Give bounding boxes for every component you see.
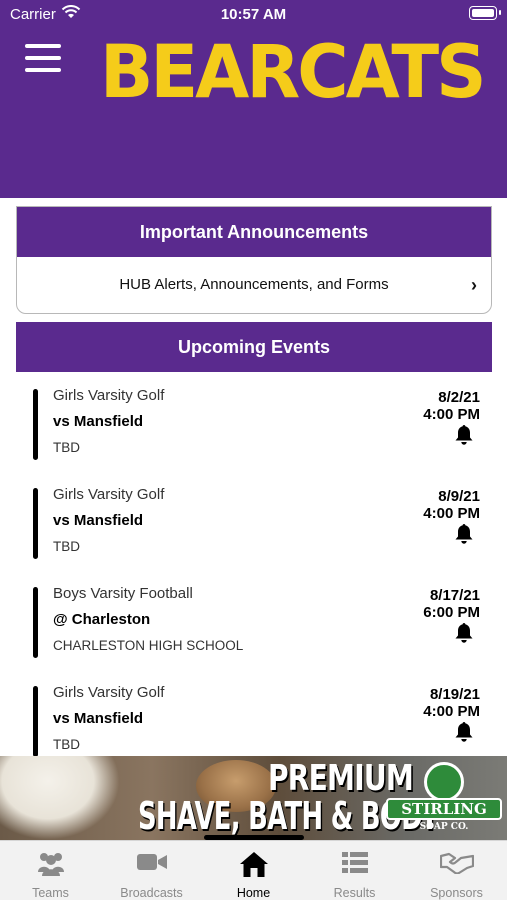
upcoming-events-heading: Upcoming Events xyxy=(16,322,492,372)
event-time: 4:00 PM xyxy=(423,406,480,423)
event-location: CHARLESTON HIGH SCHOOL xyxy=(53,638,244,653)
event-opponent: vs Mansfield xyxy=(53,413,144,430)
event-sport: Girls Varsity Golf xyxy=(53,387,165,404)
event-item[interactable]: Girls Varsity Golf vs Mansfield TBD 8/19… xyxy=(0,669,507,756)
tab-results[interactable]: Results xyxy=(304,841,405,900)
announcements-link-label: HUB Alerts, Announcements, and Forms xyxy=(119,276,389,293)
hamburger-menu-icon[interactable] xyxy=(25,44,61,74)
tab-label: Home xyxy=(236,886,271,900)
tab-label: Results xyxy=(333,886,376,900)
status-bar: Carrier 10:57 AM xyxy=(0,0,507,28)
bell-icon[interactable] xyxy=(454,721,474,743)
tab-label: Sponsors xyxy=(430,886,483,900)
bell-icon[interactable] xyxy=(454,622,474,644)
list-icon xyxy=(341,852,368,873)
bottom-tab-bar: Teams Broadcasts Home Results Sponsors xyxy=(0,840,507,900)
tab-teams[interactable]: Teams xyxy=(0,841,101,900)
event-location: TBD xyxy=(53,440,80,455)
event-sport: Boys Varsity Football xyxy=(53,585,193,602)
event-date: 8/9/21 xyxy=(438,488,480,505)
event-opponent: @ Charleston xyxy=(53,611,151,628)
event-sport: Girls Varsity Golf xyxy=(53,486,165,503)
event-accent-bar xyxy=(33,686,38,756)
video-camera-icon xyxy=(136,854,167,870)
tab-sponsors[interactable]: Sponsors xyxy=(406,841,507,900)
event-date: 8/17/21 xyxy=(429,587,480,604)
event-accent-bar xyxy=(33,587,38,658)
announcements-heading: Important Announcements xyxy=(17,207,491,257)
sponsor-ad-banner[interactable]: PREMIUM SHAVE, BATH & BODY STIRLING SOAP… xyxy=(0,756,507,840)
event-time: 4:00 PM xyxy=(423,703,480,720)
announcements-link[interactable]: HUB Alerts, Announcements, and Forms › xyxy=(17,257,491,313)
teams-icon xyxy=(37,853,64,876)
event-location: TBD xyxy=(53,539,80,554)
shaving-brush-image xyxy=(0,756,120,840)
tab-label: Teams xyxy=(32,886,69,900)
event-item[interactable]: Boys Varsity Football @ Charleston CHARL… xyxy=(0,570,507,669)
tab-broadcasts[interactable]: Broadcasts xyxy=(101,841,202,900)
bell-icon[interactable] xyxy=(454,523,474,545)
app-header: Carrier 10:57 AM BEARCATS xyxy=(0,0,507,198)
event-location: TBD xyxy=(53,737,80,752)
announcements-card: Important Announcements HUB Alerts, Anno… xyxy=(16,206,492,314)
sponsor-logo-name: STIRLING xyxy=(386,798,502,820)
chevron-right-icon: › xyxy=(471,275,477,295)
event-accent-bar xyxy=(33,389,38,460)
event-accent-bar xyxy=(33,488,38,559)
event-opponent: vs Mansfield xyxy=(53,512,144,529)
home-icon xyxy=(239,852,268,877)
event-date: 8/2/21 xyxy=(438,389,480,406)
tab-home[interactable]: Home xyxy=(203,841,304,900)
app-title: BEARCATS xyxy=(100,28,487,116)
events-list: Girls Varsity Golf vs Mansfield TBD 8/2/… xyxy=(0,372,507,756)
event-opponent: vs Mansfield xyxy=(53,710,144,727)
bell-icon[interactable] xyxy=(454,424,474,446)
status-time: 10:57 AM xyxy=(220,6,287,23)
event-date: 8/19/21 xyxy=(429,686,480,703)
sponsor-logo: STIRLING SOAP CO. xyxy=(386,762,502,836)
event-item[interactable]: Girls Varsity Golf vs Mansfield TBD 8/9/… xyxy=(0,471,507,570)
handshake-icon xyxy=(439,852,474,874)
event-time: 6:00 PM xyxy=(423,604,480,621)
event-item[interactable]: Girls Varsity Golf vs Mansfield TBD 8/2/… xyxy=(0,372,507,471)
event-time: 4:00 PM xyxy=(423,505,480,522)
tab-label: Broadcasts xyxy=(120,886,183,900)
tree-icon xyxy=(424,762,464,802)
event-sport: Girls Varsity Golf xyxy=(53,684,165,701)
battery-icon xyxy=(469,6,501,20)
sponsor-logo-sub: SOAP CO. xyxy=(419,822,469,832)
